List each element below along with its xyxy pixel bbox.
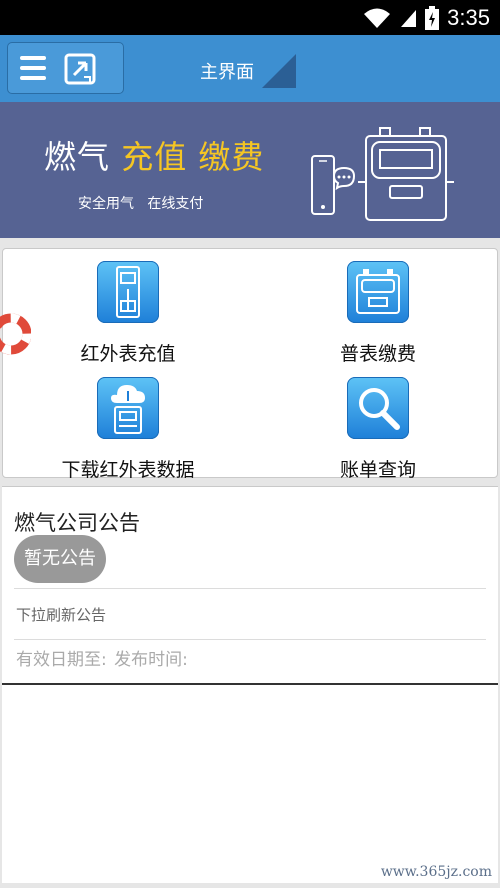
menu-item-label: 红外表充值 (80, 343, 176, 365)
battery-charging-icon (425, 5, 440, 30)
banner-title: 燃气 充值 缴费 (44, 132, 264, 178)
menu-button[interactable] (7, 42, 124, 94)
phone-chat-icon (311, 155, 356, 215)
cloud-download-meter-icon (97, 377, 159, 439)
page-title: 主界面 (200, 62, 254, 83)
menu-item-download-infrared-data[interactable]: 下载红外表数据 (28, 377, 228, 481)
lifebuoy-icon[interactable] (0, 309, 31, 359)
infrared-meter-icon (97, 261, 159, 323)
status-time: 3:35 (447, 4, 490, 30)
promo-banner: 燃气 充值 缴费 安全用气 在线支付 (0, 102, 500, 238)
publish-time-label: 发布时间: (114, 650, 188, 670)
divider (14, 588, 486, 589)
menu-item-bill-query[interactable]: 账单查询 (278, 377, 478, 481)
announcement-panel: 燃气公司公告 暂无公告 下拉刷新公告 有效日期至: 发布时间: (2, 486, 498, 686)
gas-meter-icon (358, 127, 454, 221)
expiry-date-label: 有效日期至: (16, 650, 107, 670)
no-announcement-badge: 暂无公告 (14, 535, 106, 583)
gas-meter-icon (347, 261, 409, 323)
menu-item-label: 下载红外表数据 (61, 459, 195, 481)
pull-refresh-hint: 下拉刷新公告 (16, 606, 107, 624)
app-logo-icon (64, 53, 96, 85)
empty-content-area (2, 685, 498, 883)
announcement-dates: 有效日期至: 发布时间: (16, 645, 188, 670)
magnifier-icon (347, 377, 409, 439)
divider (14, 639, 486, 640)
wifi-icon (364, 8, 391, 28)
status-bar: 3:35 (0, 0, 500, 35)
watermark: www.365jz.com (380, 864, 492, 880)
menu-item-label: 普表缴费 (339, 343, 416, 365)
menu-item-meter-payment[interactable]: 普表缴费 (278, 261, 478, 365)
menu-item-infrared-recharge[interactable]: 红外表充值 (28, 261, 228, 365)
banner-subtitle: 安全用气 在线支付 (78, 196, 204, 212)
banner-title-main: 燃气 (44, 138, 111, 176)
announcement-title: 燃气公司公告 (14, 511, 140, 535)
banner-title-highlight: 充值 缴费 (121, 138, 265, 176)
app-header: 主界面 (0, 35, 500, 102)
hamburger-icon (20, 56, 46, 80)
signal-icon (401, 9, 417, 27)
gas-meter-illustration (311, 127, 454, 221)
function-menu: 红外表充值 普表缴费 下载红外表数据 账单查询 (0, 248, 498, 481)
menu-item-label: 账单查询 (339, 459, 416, 481)
title-corner-decoration (262, 54, 296, 88)
